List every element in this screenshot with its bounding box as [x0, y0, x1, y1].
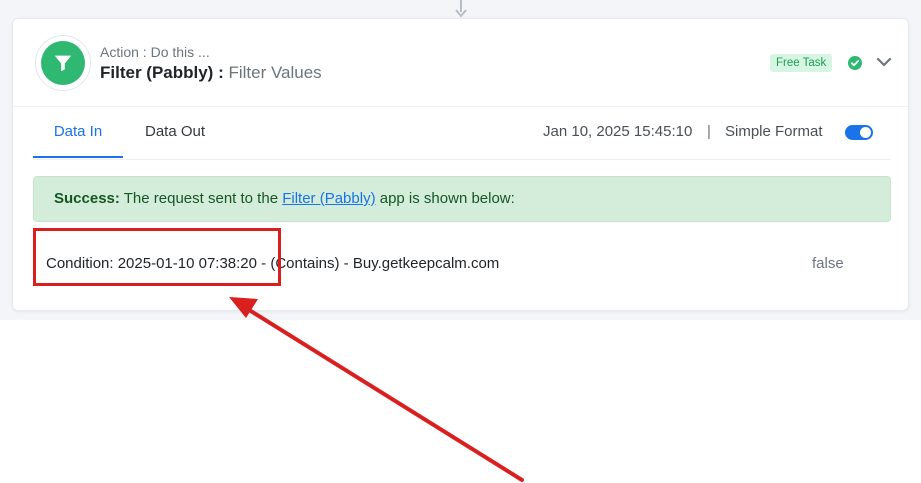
meta-divider: |: [707, 123, 711, 140]
step-title: Filter (Pabbly) : Filter Values: [100, 63, 322, 83]
request-timestamp: Jan 10, 2025 15:45:10: [543, 123, 693, 140]
condition-value: false: [812, 255, 844, 272]
step-app-name: Filter (Pabbly): [100, 63, 214, 82]
alert-prefix: Success:: [54, 190, 120, 207]
step-title-separator: :: [213, 63, 229, 82]
simple-format-toggle[interactable]: [845, 125, 873, 140]
app-logo: [35, 35, 91, 91]
filter-app-link[interactable]: Filter (Pabbly): [282, 190, 375, 207]
filter-icon: [41, 41, 85, 85]
action-label: Action : Do this ...: [100, 44, 210, 60]
toggle-knob: [860, 127, 871, 138]
free-task-badge: Free Task: [770, 54, 833, 72]
success-alert: Success: The request sent to the Filter …: [33, 176, 891, 222]
chevron-down-icon[interactable]: [876, 55, 892, 69]
tab-data-in[interactable]: Data In: [33, 108, 123, 158]
check-circle-icon: [848, 56, 862, 70]
simple-format-label: Simple Format: [725, 123, 823, 140]
annotation-highlight-box: [33, 228, 281, 286]
step-event-name: Filter Values: [228, 63, 322, 82]
alert-text-after: app is shown below:: [375, 190, 515, 207]
step-header[interactable]: Action : Do this ... Filter (Pabbly) : F…: [13, 19, 908, 107]
alert-text-before: The request sent to the: [119, 190, 283, 207]
data-tabs: Data In Data Out Jan 10, 2025 15:45:10 |…: [33, 108, 891, 160]
tab-data-out[interactable]: Data Out: [133, 108, 217, 158]
step-connector-arrow: [455, 0, 467, 18]
